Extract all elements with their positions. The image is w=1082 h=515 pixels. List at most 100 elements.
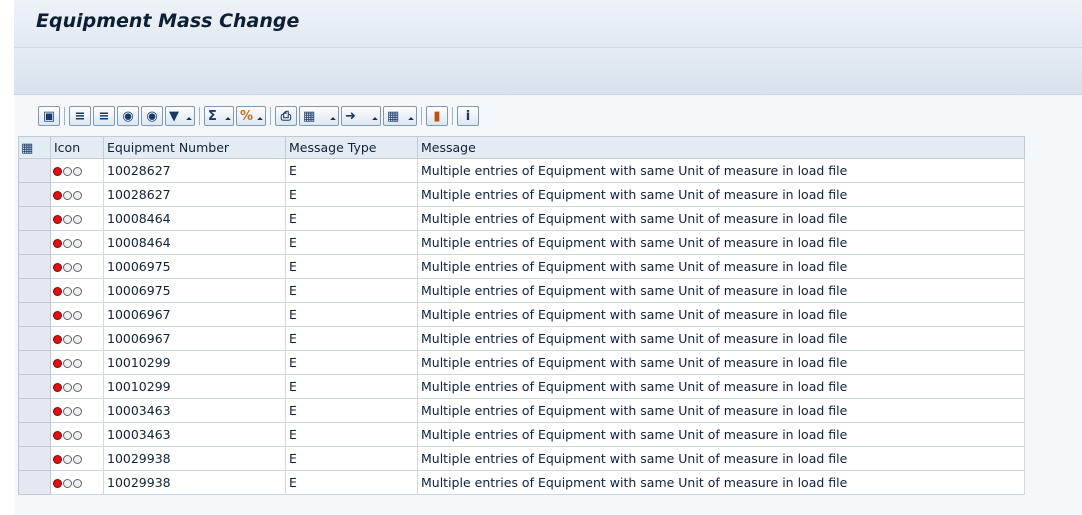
message-type-cell: E [285,158,418,183]
message-cell: Multiple entries of Equipment with same … [417,230,1025,255]
sort-ascending-icon: ≡ [74,108,86,124]
table-row[interactable]: 10008464 E Multiple entries of Equipment… [18,230,1025,255]
status-cell [50,422,104,447]
table-row[interactable]: 10006975 E Multiple entries of Equipment… [18,254,1025,279]
table-row[interactable]: 10006975 E Multiple entries of Equipment… [18,278,1025,303]
table-row[interactable]: 10029938 E Multiple entries of Equipment… [18,446,1025,471]
grid-header-row: ▦ Icon Equipment Number Message Type Mes… [18,136,1025,159]
message-type-cell: E [285,422,418,447]
equipment-number-cell: 10006975 [103,254,286,279]
traffic-light-red-icon [53,407,82,416]
equipment-number-cell: 10028627 [103,158,286,183]
message-cell: Multiple entries of Equipment with same … [417,254,1025,279]
traffic-light-red-icon [53,191,82,200]
column-header-equipment-number[interactable]: Equipment Number [103,136,286,159]
traffic-light-red-icon [53,479,82,488]
select-all-button[interactable]: ▦ [18,136,51,159]
row-selector[interactable] [18,326,51,351]
status-cell [50,158,104,183]
row-selector[interactable] [18,350,51,375]
message-type-cell: E [285,398,418,423]
filter-button[interactable]: ▼ [165,106,195,126]
status-cell [50,446,104,471]
equipment-number-cell: 10003463 [103,422,286,447]
column-header-icon[interactable]: Icon [50,136,104,159]
filter-icon: ▼ [169,108,179,124]
row-selector[interactable] [18,206,51,231]
traffic-light-red-icon [53,215,82,224]
row-selector[interactable] [18,158,51,183]
row-selector[interactable] [18,446,51,471]
traffic-light-red-icon [53,359,82,368]
message-type-cell: E [285,470,418,495]
column-header-message-type[interactable]: Message Type [285,136,418,159]
row-selector[interactable] [18,398,51,423]
find-next-button[interactable]: ◉ [141,106,163,126]
find-icon: ◉ [122,108,134,124]
sort-descending-button[interactable]: ≡ [93,106,115,126]
row-selector[interactable] [18,278,51,303]
message-cell: Multiple entries of Equipment with same … [417,182,1025,207]
table-row[interactable]: 10003463 E Multiple entries of Equipment… [18,422,1025,447]
equipment-number-cell: 10006967 [103,302,286,327]
row-selector[interactable] [18,302,51,327]
equipment-number-cell: 10028627 [103,182,286,207]
application-toolbar [14,48,1082,95]
equipment-number-cell: 10029938 [103,470,286,495]
export-button[interactable]: ➜ [341,106,381,126]
sort-ascending-button[interactable]: ≡ [69,106,91,126]
table-row[interactable]: 10008464 E Multiple entries of Equipment… [18,206,1025,231]
select-all-icon: ▦ [21,141,34,156]
traffic-light-red-icon [53,287,82,296]
row-selector[interactable] [18,230,51,255]
table-row[interactable]: 10028627 E Multiple entries of Equipment… [18,158,1025,183]
message-type-cell: E [285,230,418,255]
row-selector[interactable] [18,422,51,447]
message-cell: Multiple entries of Equipment with same … [417,206,1025,231]
table-row[interactable]: 10029938 E Multiple entries of Equipment… [18,470,1025,495]
equipment-number-cell: 10006967 [103,326,286,351]
traffic-light-red-icon [53,383,82,392]
message-cell: Multiple entries of Equipment with same … [417,446,1025,471]
subtotal-button[interactable]: % [236,106,266,126]
status-cell [50,398,104,423]
table-row[interactable]: 10006967 E Multiple entries of Equipment… [18,302,1025,327]
row-selector[interactable] [18,374,51,399]
table-row[interactable]: 10028627 E Multiple entries of Equipment… [18,182,1025,207]
print-button[interactable]: ⎙ [275,106,297,126]
status-cell [50,206,104,231]
sum-button[interactable]: Σ [204,106,234,126]
toolbar-separator [199,107,200,125]
graphic-button[interactable]: ▮ [426,106,448,126]
equipment-number-cell: 10003463 [103,398,286,423]
info-button[interactable]: i [457,106,479,126]
status-cell [50,278,104,303]
views-button[interactable]: ▦ [299,106,339,126]
export-icon: ➜ [345,108,356,124]
print-icon: ⎙ [280,108,292,124]
details-button[interactable]: ▣ [38,106,60,126]
row-selector[interactable] [18,182,51,207]
toolbar-separator [64,107,65,125]
message-type-cell: E [285,206,418,231]
table-row[interactable]: 10003463 E Multiple entries of Equipment… [18,398,1025,423]
status-cell [50,470,104,495]
column-header-message[interactable]: Message [417,136,1025,159]
message-type-cell: E [285,302,418,327]
layout-button[interactable]: ▦ [383,106,417,126]
table-row[interactable]: 10010299 E Multiple entries of Equipment… [18,350,1025,375]
equipment-grid: ▦ Icon Equipment Number Message Type Mes… [18,136,1025,495]
table-row[interactable]: 10010299 E Multiple entries of Equipment… [18,374,1025,399]
alv-toolbar: ▣ ≡ ≡ ◉ ◉ ▼ Σ % ⎙ ▦ ➜ ▦ ▮ i [38,103,481,129]
message-cell: Multiple entries of Equipment with same … [417,470,1025,495]
row-selector[interactable] [18,470,51,495]
find-button[interactable]: ◉ [117,106,139,126]
row-selector[interactable] [18,254,51,279]
layout-icon: ▦ [387,108,400,124]
message-type-cell: E [285,182,418,207]
message-type-cell: E [285,326,418,351]
find-next-icon: ◉ [146,108,158,124]
table-row[interactable]: 10006967 E Multiple entries of Equipment… [18,326,1025,351]
traffic-light-red-icon [53,455,82,464]
traffic-light-red-icon [53,335,82,344]
